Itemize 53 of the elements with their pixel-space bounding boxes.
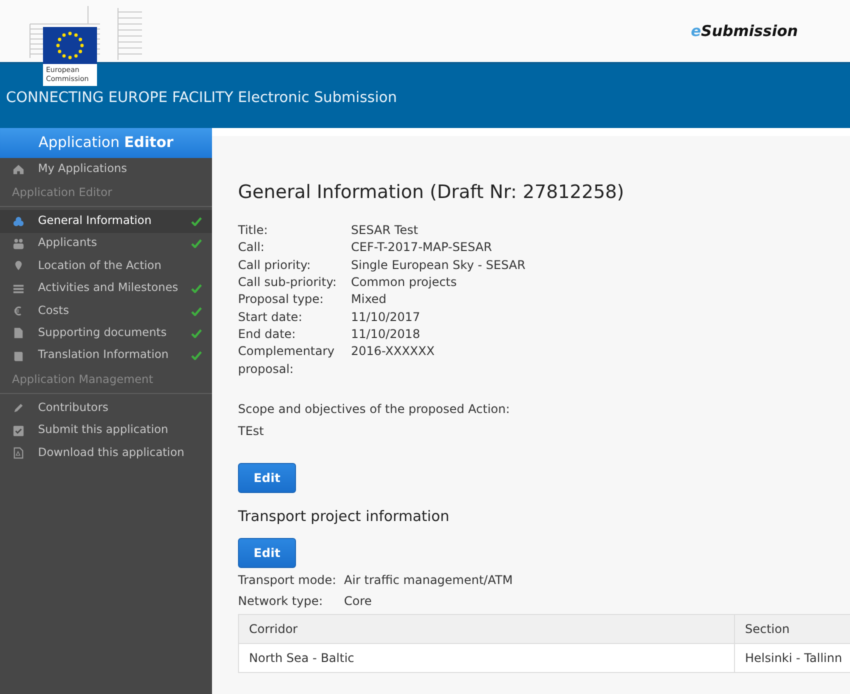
field-value: 2016-XXXXXX: [351, 343, 436, 360]
field-label: Title:: [238, 222, 269, 240]
field-label: Network type:: [238, 593, 324, 610]
field-value: Single European Sky - SESAR: [351, 256, 526, 274]
section-heading: Transport project information: [238, 508, 450, 526]
field-value: TEst: [238, 422, 265, 440]
eu-flag-icon: [43, 27, 97, 64]
column-header: Corridor: [238, 614, 734, 644]
edit-button[interactable]: Edit: [238, 538, 296, 568]
field-value: Mixed: [351, 291, 388, 308]
field-label: Complementary proposal:: [238, 343, 336, 378]
field-label: End date:: [238, 326, 297, 343]
field-value: Common projects: [351, 274, 458, 292]
table-cell: North Sea - Baltic: [238, 644, 734, 673]
people-icon: [12, 238, 25, 250]
field-value: SESAR Test: [351, 222, 420, 240]
sidebar-item[interactable]: Costs: [0, 300, 212, 322]
pencil-icon: [12, 402, 25, 414]
sidebar-item[interactable]: Translation Information: [0, 344, 212, 368]
field-label: Call sub-priority:: [238, 274, 338, 292]
field-value: 11/10/2018: [351, 326, 422, 343]
list-icon: [12, 282, 25, 295]
field-label: Transport mode:: [238, 572, 338, 590]
field-value: Core: [344, 593, 373, 610]
field-label: Scope and objectives of the proposed Action:: [238, 400, 511, 418]
sidebar-item[interactable]: General Information: [0, 210, 212, 233]
sidebar-title: Application Editor: [0, 128, 212, 158]
sidebar-item[interactable]: Submit this application: [0, 419, 212, 442]
field-value: CEF-T-2017-MAP-SESAR: [351, 239, 493, 256]
home-icon: [12, 163, 25, 176]
sidebar-item[interactable]: Contributors: [0, 397, 212, 420]
sidebar-item[interactable]: Location of the Action: [0, 255, 212, 278]
sidebar-item[interactable]: Activities and Milestones: [0, 278, 212, 300]
field-label: Start date:: [238, 308, 304, 326]
field-label: Call priority:: [238, 256, 312, 274]
sidebar-item[interactable]: My Applications: [0, 158, 212, 180]
edit-button[interactable]: Edit: [238, 462, 296, 493]
sidebar-item[interactable]: Applicants: [0, 232, 212, 256]
field-label: Call:: [238, 239, 266, 256]
field-value: Air traffic management/ATM: [344, 572, 514, 590]
document-icon: [12, 327, 25, 340]
cubes-icon: [12, 216, 25, 228]
site-title: CONNECTING EUROPE FACILITY Electronic Submission: [6, 90, 397, 106]
pdf-file-icon: [12, 446, 25, 459]
brand-logo: eSubmission: [690, 21, 798, 42]
sidebar-item[interactable]: Download this application: [0, 442, 212, 464]
field-label: Proposal type:: [238, 291, 325, 308]
sidebar-item[interactable]: Supporting documents: [0, 322, 212, 345]
page-heading: General Information (Draft Nr: 27812258): [238, 182, 626, 204]
field-value: 11/10/2017: [351, 308, 422, 326]
checkbox-icon: [12, 424, 25, 437]
book-icon: [12, 350, 25, 362]
column-header: Section: [734, 614, 850, 644]
